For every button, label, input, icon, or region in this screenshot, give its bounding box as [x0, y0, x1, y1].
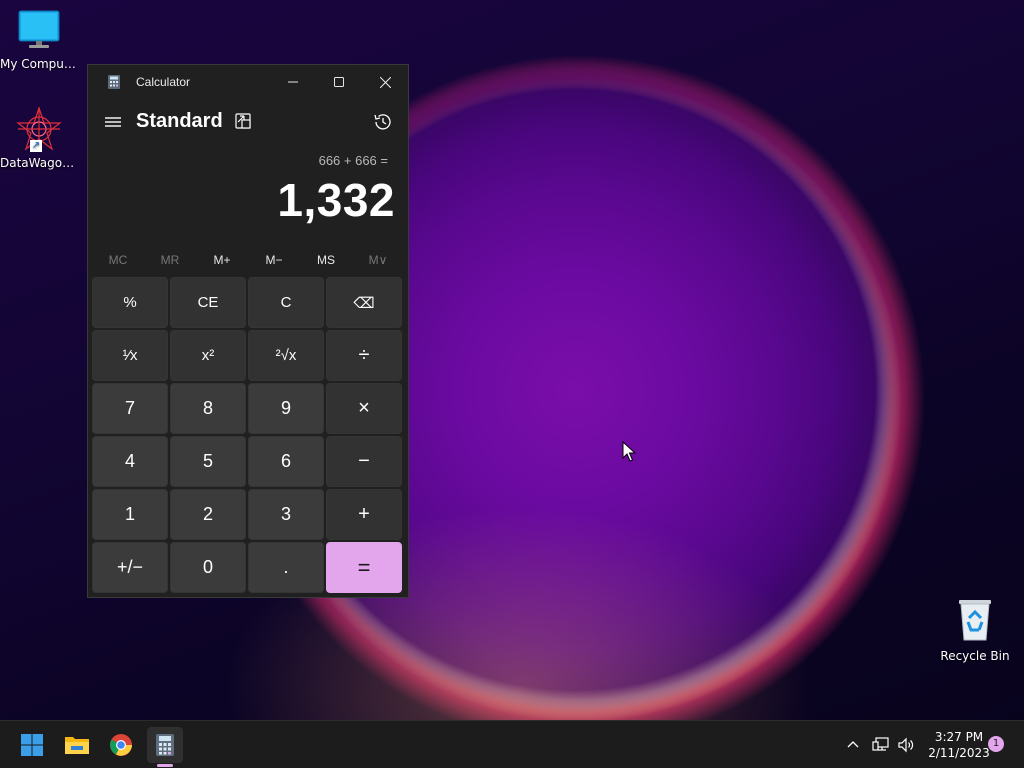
- memory-subtract-button[interactable]: M−: [248, 247, 300, 273]
- digit-2-button[interactable]: 2: [170, 489, 246, 540]
- notification-badge[interactable]: 1: [988, 736, 1004, 752]
- digit-5-button[interactable]: 5: [170, 436, 246, 487]
- window-title: Calculator: [136, 75, 191, 89]
- taskbar: 3:27 PM 2/11/2023: [0, 720, 1024, 768]
- digit-3-button[interactable]: 3: [248, 489, 324, 540]
- desktop-icon-recycle-bin[interactable]: Recycle Bin: [936, 598, 1014, 663]
- percent-button[interactable]: %: [92, 277, 168, 328]
- clock-date: 2/11/2023: [928, 746, 990, 760]
- mode-title: Standard: [136, 110, 223, 132]
- square-button[interactable]: x²: [170, 330, 246, 381]
- close-button[interactable]: [362, 65, 408, 99]
- negate-button[interactable]: +/−: [92, 542, 168, 593]
- monitor-icon: [0, 10, 78, 53]
- desktop-icon-label: My Computer: [0, 57, 78, 71]
- digit-7-button[interactable]: 7: [92, 383, 168, 434]
- calculator-window: Calculator Standard 666 + 666 = 1,332 MC…: [87, 64, 409, 598]
- clear-entry-button[interactable]: CE: [170, 277, 246, 328]
- subtract-button[interactable]: −: [326, 436, 402, 487]
- digit-9-button[interactable]: 9: [248, 383, 324, 434]
- equals-button[interactable]: =: [326, 542, 402, 593]
- square-root-button[interactable]: ²√x: [248, 330, 324, 381]
- minimize-button[interactable]: [270, 65, 316, 99]
- add-button[interactable]: +: [326, 489, 402, 540]
- shortcut-arrow-icon: ↗: [30, 140, 42, 152]
- show-hidden-icons-chevron-up-icon[interactable]: [845, 721, 861, 768]
- memory-recall-button[interactable]: MR: [144, 247, 196, 273]
- volume-icon[interactable]: [897, 721, 915, 768]
- divide-button[interactable]: ÷: [326, 330, 402, 381]
- keep-on-top-icon[interactable]: [234, 112, 252, 135]
- memory-add-button[interactable]: M+: [196, 247, 248, 273]
- backspace-button[interactable]: ⌫: [326, 277, 402, 328]
- clock[interactable]: 3:27 PM 2/11/2023: [924, 729, 994, 761]
- network-icon[interactable]: [872, 721, 890, 768]
- memory-row: MC MR M+ M− MS M∨: [92, 247, 404, 273]
- decimal-button[interactable]: .: [248, 542, 324, 593]
- desktop-icon-my-computer[interactable]: My Computer: [0, 10, 78, 71]
- clear-button[interactable]: C: [248, 277, 324, 328]
- desktop-icon-label: DataWagon...: [0, 156, 78, 170]
- datawagon-icon: ↗: [16, 106, 62, 152]
- maximize-button[interactable]: [316, 65, 362, 99]
- title-bar[interactable]: Calculator: [88, 65, 408, 99]
- clock-time: 3:27 PM: [934, 730, 984, 744]
- reciprocal-button[interactable]: ¹⁄x: [92, 330, 168, 381]
- digit-8-button[interactable]: 8: [170, 383, 246, 434]
- desktop-icon-datawagon[interactable]: ↗ DataWagon...: [0, 106, 78, 170]
- calculator-icon[interactable]: [147, 727, 183, 763]
- memory-store-button[interactable]: MS: [300, 247, 352, 273]
- history-icon[interactable]: [372, 111, 394, 138]
- recycle-bin-icon: [936, 598, 1014, 645]
- keypad: % CE C ⌫ ¹⁄x x² ²√x ÷ 7 8 9 × 4 5 6 − 1 …: [92, 277, 406, 593]
- calculator-app-icon: [108, 75, 120, 94]
- multiply-button[interactable]: ×: [326, 383, 402, 434]
- digit-1-button[interactable]: 1: [92, 489, 168, 540]
- mouse-cursor-icon: [622, 440, 637, 467]
- digit-6-button[interactable]: 6: [248, 436, 324, 487]
- active-app-indicator: [157, 764, 173, 767]
- memory-list-button[interactable]: M∨: [352, 247, 404, 273]
- start-icon[interactable]: [14, 727, 50, 763]
- memory-clear-button[interactable]: MC: [92, 247, 144, 273]
- desktop-icon-label: Recycle Bin: [940, 649, 1010, 663]
- digit-0-button[interactable]: 0: [170, 542, 246, 593]
- file-explorer-icon[interactable]: [59, 727, 95, 763]
- expression-display: 666 + 666 =: [318, 153, 388, 168]
- result-display: 1,332: [277, 174, 395, 226]
- digit-4-button[interactable]: 4: [92, 436, 168, 487]
- chrome-icon[interactable]: [103, 727, 139, 763]
- menu-hamburger-icon[interactable]: [102, 111, 124, 133]
- calculator-header: Standard: [88, 105, 408, 141]
